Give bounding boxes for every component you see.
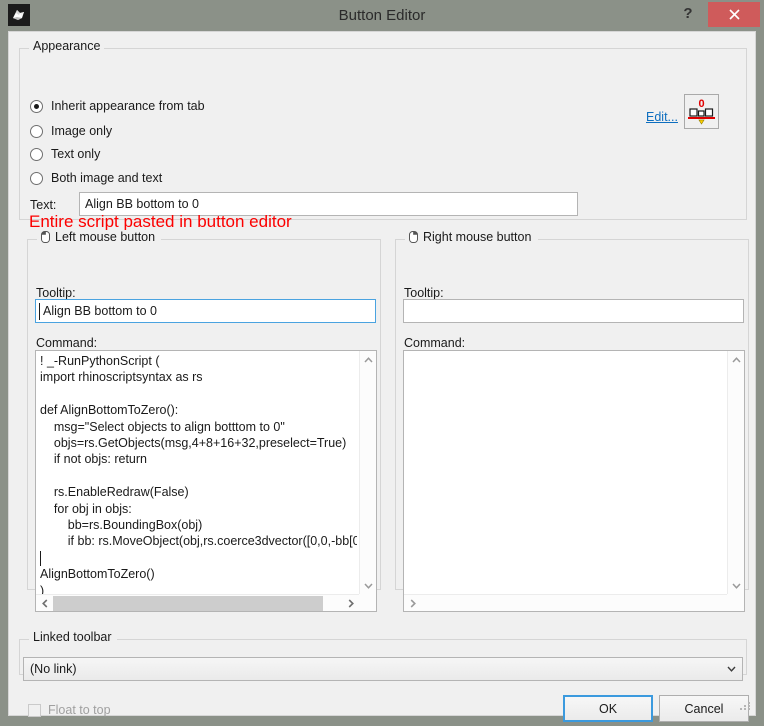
- left-command-vscrollbar[interactable]: [359, 351, 376, 594]
- right-mouse-button-group-label: Right mouse button: [405, 230, 536, 244]
- chevron-right-icon: [410, 599, 416, 608]
- float-to-top-label: Float to top: [48, 703, 111, 717]
- scroll-right-button[interactable]: [404, 595, 421, 611]
- linked-toolbar-group-label: Linked toolbar: [29, 630, 116, 644]
- left-tooltip-input[interactable]: Align BB bottom to 0: [35, 299, 376, 323]
- script-pasted-annotation: Entire script pasted in button editor: [29, 212, 292, 231]
- radio-label: Text only: [51, 147, 101, 161]
- resize-grip-icon[interactable]: [740, 700, 751, 711]
- close-icon: [728, 9, 740, 20]
- scrollbar-corner: [727, 594, 744, 611]
- scroll-up-button[interactable]: [360, 351, 376, 368]
- text-field-label: Text:: [30, 198, 57, 212]
- radio-image-only[interactable]: Image only: [30, 124, 112, 138]
- scroll-down-button[interactable]: [728, 577, 744, 594]
- help-button[interactable]: ?: [674, 0, 702, 28]
- radio-indicator: [30, 124, 43, 138]
- left-tooltip-label: Tooltip:: [36, 286, 76, 300]
- right-tooltip-label: Tooltip:: [404, 286, 444, 300]
- ok-button[interactable]: OK: [563, 695, 653, 722]
- button-preview-icon-box[interactable]: 0: [684, 94, 719, 129]
- radio-label: Inherit appearance from tab: [51, 99, 205, 113]
- chevron-up-icon: [364, 356, 373, 363]
- align-bottom-to-zero-icon: 0: [688, 98, 715, 125]
- scroll-left-button[interactable]: [36, 595, 53, 611]
- scroll-down-button[interactable]: [360, 577, 376, 594]
- left-command-hscrollbar[interactable]: [36, 594, 359, 611]
- float-to-top-checkbox: Float to top: [28, 703, 111, 717]
- left-command-textarea[interactable]: ! _-RunPythonScript ( import rhinoscript…: [35, 350, 377, 612]
- mouse-right-icon: [409, 231, 418, 243]
- dialog-client-area: Appearance Inherit appearance from tab I…: [8, 31, 756, 722]
- checkbox-indicator: [28, 703, 41, 717]
- text-field-value: Align BB bottom to 0: [85, 197, 199, 211]
- radio-label: Both image and text: [51, 171, 163, 185]
- left-mouse-button-group-label: Left mouse button: [37, 230, 160, 244]
- scrollbar-corner: [359, 594, 376, 611]
- button-editor-window: Button Editor ? Appearance Inherit appea…: [0, 0, 764, 726]
- right-command-vscrollbar[interactable]: [727, 351, 744, 594]
- scroll-right-button[interactable]: [342, 595, 359, 611]
- text-caret: [39, 303, 40, 320]
- chevron-down-icon: [720, 666, 742, 672]
- chevron-down-icon: [732, 582, 741, 589]
- linked-toolbar-select[interactable]: (No link): [23, 657, 743, 681]
- mouse-left-icon: [41, 231, 50, 243]
- radio-indicator: [30, 147, 43, 161]
- window-title: Button Editor: [338, 7, 426, 24]
- appearance-group-label: Appearance: [29, 39, 105, 53]
- cancel-button[interactable]: Cancel: [659, 695, 749, 722]
- chevron-up-icon: [732, 356, 741, 363]
- left-command-label: Command:: [36, 336, 98, 350]
- right-command-textarea[interactable]: [403, 350, 745, 612]
- radio-both-image-and-text[interactable]: Both image and text: [30, 171, 162, 185]
- right-tooltip-input[interactable]: [403, 299, 744, 323]
- linked-toolbar-selected-value: (No link): [30, 662, 77, 676]
- radio-label: Image only: [51, 124, 113, 138]
- left-tooltip-value: Align BB bottom to 0: [43, 304, 157, 318]
- left-command-value: ! _-RunPythonScript ( import rhinoscript…: [40, 354, 357, 598]
- chevron-down-icon: [364, 582, 373, 589]
- text-caret: [40, 551, 41, 566]
- titlebar[interactable]: Button Editor ?: [0, 0, 764, 31]
- chevron-left-icon: [41, 599, 47, 608]
- right-command-label: Command:: [404, 336, 466, 350]
- scroll-up-button[interactable]: [728, 351, 744, 368]
- right-command-hscrollbar[interactable]: [404, 594, 727, 611]
- radio-indicator: [30, 99, 43, 113]
- edit-image-link[interactable]: Edit...: [646, 110, 678, 124]
- hscroll-thumb[interactable]: [53, 596, 323, 611]
- radio-indicator: [30, 171, 43, 185]
- svg-text:0: 0: [698, 98, 704, 110]
- radio-text-only[interactable]: Text only: [30, 147, 100, 161]
- chevron-right-icon: [348, 599, 354, 608]
- close-button[interactable]: [708, 2, 760, 27]
- radio-inherit-appearance-from-tab[interactable]: Inherit appearance from tab: [30, 99, 205, 113]
